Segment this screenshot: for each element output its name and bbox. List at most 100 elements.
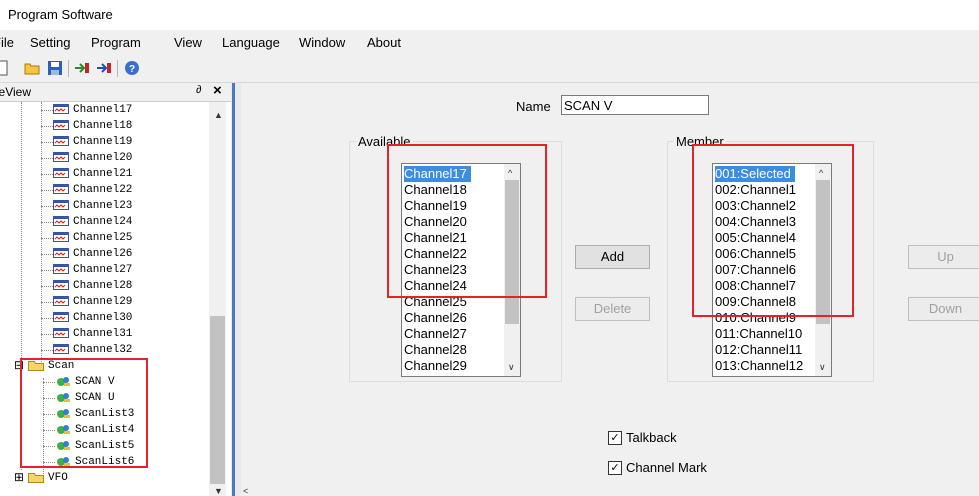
close-icon[interactable]: × — [213, 82, 222, 99]
channel-mark-check-icon[interactable]: ✓ — [608, 461, 622, 475]
tree-item-label: Channel29 — [73, 296, 133, 308]
menu-setting[interactable]: Setting — [30, 35, 70, 50]
channel-icon — [53, 152, 70, 163]
pin-icon[interactable]: ∂ — [196, 84, 201, 96]
splitter-accent — [232, 83, 235, 496]
channel-icon — [53, 312, 70, 323]
tree-item-label: Channel24 — [73, 216, 133, 228]
scan-tree-highlight-box — [20, 358, 148, 468]
add-button[interactable]: Add — [575, 245, 650, 269]
talkback-label: Talkback — [626, 430, 677, 445]
list-item[interactable]: Channel27 — [404, 326, 467, 342]
tree-line — [41, 158, 53, 159]
scrollbar-thumb[interactable] — [210, 316, 225, 484]
tree-line — [41, 286, 53, 287]
available-highlight-box — [387, 144, 547, 298]
tree-item-label: Channel19 — [73, 136, 133, 148]
channel-icon — [53, 168, 70, 179]
scroll-down-arrow-icon[interactable]: ∨ — [508, 362, 515, 373]
tree-item-label: Channel26 — [73, 248, 133, 260]
name-input[interactable] — [561, 95, 709, 115]
channel-icon — [53, 296, 70, 307]
tree-item-label: Channel31 — [73, 328, 133, 340]
list-item[interactable]: 013:Channel12 — [715, 358, 803, 374]
channel-icon — [53, 344, 70, 355]
tree-line — [41, 206, 53, 207]
tree-line — [41, 318, 53, 319]
list-item[interactable]: 011:Channel10 — [715, 326, 802, 342]
channel-icon — [53, 328, 70, 339]
menu-bar: File Setting Program View Language Windo… — [0, 30, 979, 55]
menu-program[interactable]: Program — [91, 35, 141, 50]
up-button[interactable]: Up — [908, 245, 979, 269]
name-label: Name — [516, 99, 551, 114]
tree-line — [41, 126, 53, 127]
window-title: Program Software — [8, 7, 113, 22]
tree-line — [41, 222, 53, 223]
read-from-radio-icon[interactable] — [74, 60, 90, 76]
tree-line — [41, 238, 53, 239]
list-item[interactable]: 012:Channel11 — [715, 342, 802, 358]
menu-file[interactable]: File — [0, 35, 14, 50]
tree-line — [41, 350, 53, 351]
menu-view[interactable]: View — [174, 35, 202, 50]
tree-line — [41, 142, 53, 143]
title-bar: Program Software — [0, 0, 979, 30]
menu-about[interactable]: About — [367, 35, 401, 50]
channel-icon — [53, 232, 70, 243]
channel-icon — [53, 120, 70, 131]
content-horizontal-scrollbar[interactable]: < — [241, 486, 979, 496]
channel-icon — [53, 248, 70, 259]
tree-item-label: Channel18 — [73, 120, 133, 132]
folder-icon — [28, 472, 45, 483]
write-to-radio-icon[interactable] — [96, 60, 112, 76]
list-item[interactable]: Channel29 — [404, 358, 467, 374]
tree-item-label: Channel32 — [73, 344, 133, 356]
tree-item-label: VFO — [48, 472, 68, 484]
toolbar: ? — [0, 55, 979, 83]
open-folder-icon[interactable] — [24, 60, 40, 76]
tree-line — [41, 174, 53, 175]
tree-item-label: Channel27 — [73, 264, 133, 276]
channel-icon — [53, 280, 70, 291]
new-file-icon[interactable] — [0, 60, 10, 76]
member-highlight-box — [692, 144, 854, 317]
tree-line — [41, 110, 53, 111]
tree-item-label: Channel28 — [73, 280, 133, 292]
scroll-down-arrow-icon[interactable]: ∨ — [819, 362, 826, 373]
tree-item-label: Channel21 — [73, 168, 133, 180]
channel-icon — [53, 200, 70, 211]
panel-splitter[interactable] — [231, 83, 241, 496]
tree-item-label: Channel20 — [73, 152, 133, 164]
tree-line — [41, 190, 53, 191]
tree-line — [41, 270, 53, 271]
tree-item-label: Channel22 — [73, 184, 133, 196]
channel-mark-label: Channel Mark — [626, 460, 707, 475]
menu-window[interactable]: Window — [299, 35, 345, 50]
help-icon[interactable]: ? — [124, 60, 140, 76]
scroll-up-arrow-icon[interactable]: ▲ — [214, 110, 223, 120]
channel-icon — [53, 184, 70, 195]
talkback-check-icon[interactable]: ✓ — [608, 431, 622, 445]
tree-item-label: Channel17 — [73, 104, 133, 116]
scroll-down-arrow-icon[interactable]: ▼ — [214, 486, 223, 496]
tree-item-label: Channel30 — [73, 312, 133, 324]
expand-expander-icon[interactable]: ⊞ — [14, 470, 25, 486]
list-item[interactable]: Channel26 — [404, 310, 467, 326]
delete-button[interactable]: Delete — [575, 297, 650, 321]
save-disk-icon[interactable] — [47, 60, 63, 76]
toolbar-separator — [117, 60, 118, 77]
channel-icon — [53, 264, 70, 275]
tree-vertical-scrollbar[interactable]: ▲ ▼ — [209, 102, 226, 496]
channel-icon — [53, 216, 70, 227]
tree-line — [41, 302, 53, 303]
svg-text:?: ? — [129, 64, 135, 75]
scroll-left-arrow-icon[interactable]: < — [243, 486, 248, 496]
channel-icon — [53, 104, 70, 115]
menu-language[interactable]: Language — [222, 35, 280, 50]
scan-list-editor: Name Available Channel17Channel18Channel… — [241, 83, 979, 496]
tree-line — [41, 102, 42, 362]
tree-view-title: TreeView — [0, 85, 32, 99]
list-item[interactable]: Channel28 — [404, 342, 467, 358]
down-button[interactable]: Down — [908, 297, 979, 321]
